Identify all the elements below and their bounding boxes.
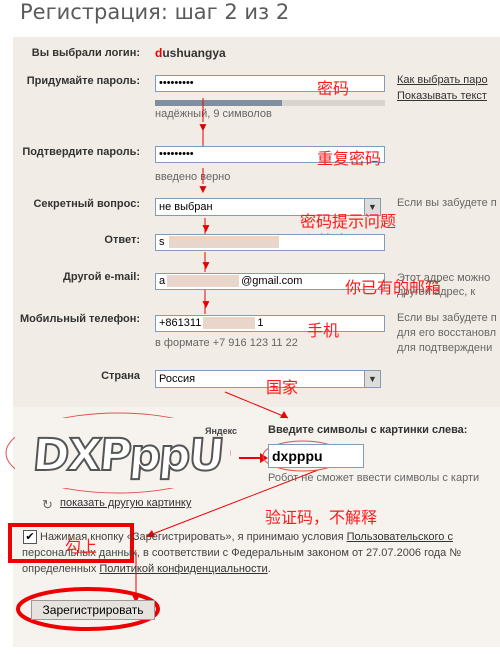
captcha-image: Яндекс DXPppU	[15, 418, 237, 488]
show-another-picture-link[interactable]: показать другую картинку	[60, 497, 191, 509]
captcha-text: DXPppU	[30, 429, 226, 482]
register-button[interactable]: Зарегистрировать	[31, 600, 155, 620]
annotation-arrow-line	[224, 391, 289, 419]
privacy-policy-link[interactable]: Политикой конфиденциальности	[99, 563, 267, 575]
terms-line-1: Нажимая кнопку «Зарегистрировать», я при…	[40, 531, 453, 543]
captcha-robot-text: Робот не сможет ввести символы с карти	[268, 472, 480, 484]
checkbox-annotation: 勾上	[65, 537, 98, 556]
terms-checkbox[interactable]: ✔	[23, 530, 37, 544]
terms-text-3b: .	[267, 563, 271, 575]
terms-text-3a: определенных	[22, 563, 100, 575]
captcha-prompt: Введите символы с картинки слева:	[268, 424, 468, 436]
arrowhead-icon	[280, 411, 288, 418]
arrowhead-icon	[260, 453, 268, 463]
refresh-icon[interactable]: ↻	[42, 497, 53, 513]
captcha-input[interactable]: dxpppu	[268, 444, 364, 468]
terms-line-3: определенных Политикой конфиденциальност…	[22, 563, 271, 575]
captcha-annotation: 验证码，不解释	[265, 508, 378, 527]
user-agreement-link[interactable]: Пользовательского с	[347, 531, 453, 543]
